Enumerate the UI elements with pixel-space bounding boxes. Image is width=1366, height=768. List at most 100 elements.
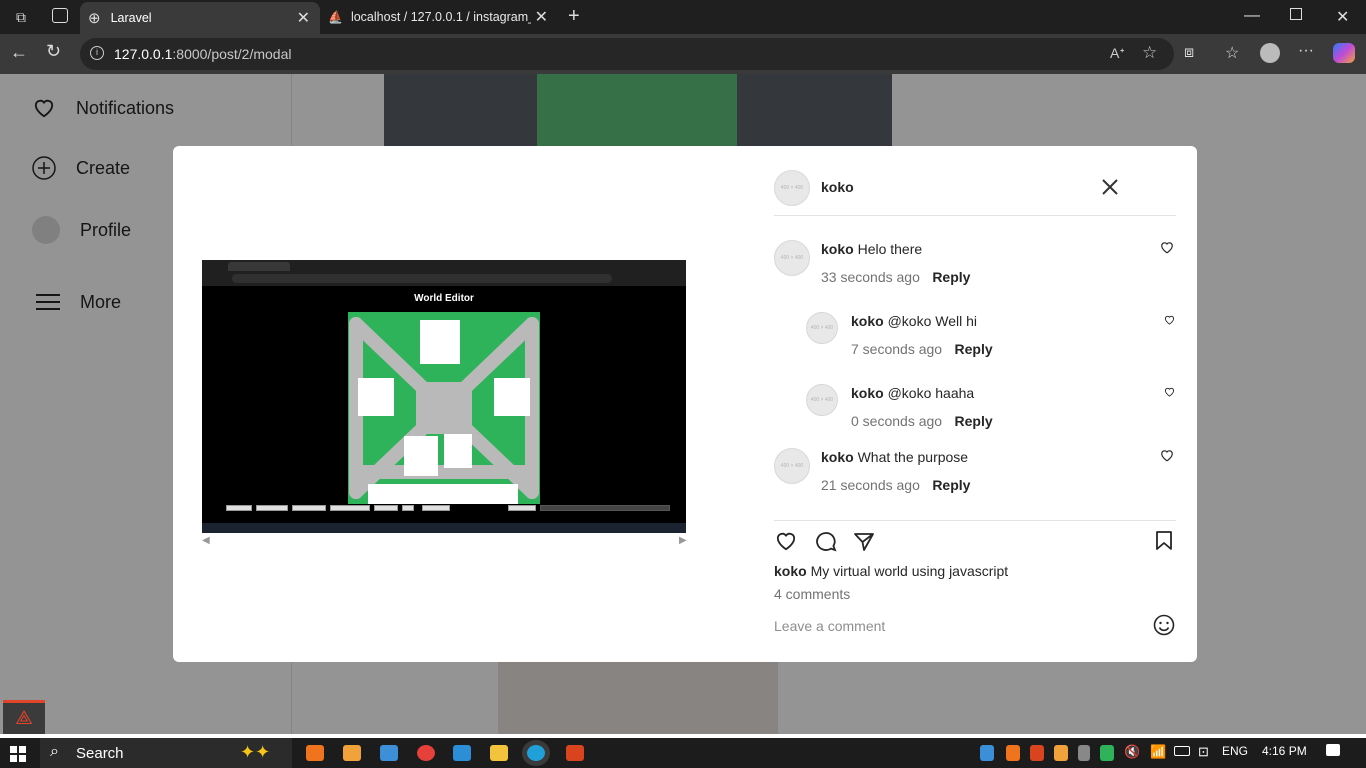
close-tab-icon[interactable]: ✕ xyxy=(297,8,310,28)
wifi-icon[interactable]: 📶 xyxy=(1150,744,1166,760)
image-title: World Editor xyxy=(414,293,474,304)
back-icon[interactable]: ← xyxy=(10,42,28,63)
laravel-debug-icon[interactable]: ⟁ xyxy=(3,700,45,734)
post-author[interactable]: koko xyxy=(821,179,854,195)
comment-text: @koko Well hi xyxy=(887,313,978,329)
read-aloud-icon[interactable]: Aᐩ xyxy=(1110,45,1125,62)
image-prev-icon[interactable]: ◀ xyxy=(202,535,210,546)
refresh-icon[interactable]: ↻ xyxy=(46,41,61,62)
sparkle-icon: ✦✦ xyxy=(240,742,271,762)
like-icon[interactable] xyxy=(775,531,797,556)
edge-icon[interactable] xyxy=(527,745,545,761)
comment-body: koko What the purpose xyxy=(821,449,968,465)
comment-time: 33 seconds ago xyxy=(821,269,920,285)
reply-button[interactable]: Reply xyxy=(932,477,970,493)
volume-icon[interactable]: 🔇 xyxy=(1124,744,1140,760)
copilot-icon[interactable] xyxy=(1333,43,1355,63)
view-comments-link[interactable]: 4 comments xyxy=(774,586,850,602)
minimize-icon[interactable]: — xyxy=(1244,7,1260,25)
like-comment-icon[interactable] xyxy=(1160,241,1174,259)
comment-body: koko Helo there xyxy=(821,241,922,257)
url-host: 127.0.0.1 xyxy=(114,46,173,62)
tab-label: localhost / 127.0.0.1 / instagram_c xyxy=(350,10,531,24)
image-next-icon[interactable]: ▶ xyxy=(679,535,687,546)
favorite-star-icon[interactable]: ☆ xyxy=(1142,43,1157,63)
comment-meta: 33 seconds ago Reply xyxy=(821,269,970,287)
monitor-app-icon[interactable] xyxy=(380,745,398,761)
taskbar-clock[interactable]: 4:16 PM xyxy=(1262,744,1307,758)
avatar[interactable]: 400 × 400 xyxy=(774,448,810,484)
site-info-icon[interactable]: i xyxy=(90,46,104,60)
share-icon[interactable] xyxy=(853,531,875,556)
vscode-icon[interactable] xyxy=(453,745,471,761)
caption-user[interactable]: koko xyxy=(774,563,807,579)
comment-body: koko @koko Well hi xyxy=(851,313,977,329)
comment-body: koko @koko haaha xyxy=(851,385,974,401)
reply-button[interactable]: Reply xyxy=(955,413,993,429)
favorites-icon[interactable]: ☆ xyxy=(1225,43,1239,63)
extensions-icon[interactable]: ⧈ xyxy=(1184,44,1194,62)
close-icon[interactable] xyxy=(1101,178,1123,200)
comment-time: 7 seconds ago xyxy=(851,341,943,357)
phpmyadmin-icon: ⛵ xyxy=(328,10,343,24)
comment-user[interactable]: koko xyxy=(821,241,854,257)
tray-postman-icon[interactable] xyxy=(1030,745,1044,761)
profile-avatar-icon[interactable] xyxy=(1260,43,1280,63)
comment-icon[interactable] xyxy=(815,531,837,557)
comment-text: @koko haaha xyxy=(887,385,975,401)
tab-actions-icon[interactable] xyxy=(52,8,68,23)
lizard-app-icon[interactable] xyxy=(343,745,361,761)
search-label: Search xyxy=(76,744,124,762)
file-explorer-icon[interactable] xyxy=(490,745,508,761)
notifications-icon[interactable] xyxy=(1326,744,1340,756)
tray-xampp-icon[interactable] xyxy=(1006,745,1020,761)
reply-button[interactable]: Reply xyxy=(955,341,993,357)
avatar[interactable]: 400 × 400 xyxy=(774,240,810,276)
input-language[interactable]: ENG xyxy=(1222,744,1248,758)
comment-user[interactable]: koko xyxy=(821,449,854,465)
postman-icon[interactable] xyxy=(566,745,584,761)
browser-tab-bar: ⧉ ⊕ Laravel ✕ ⛵ localhost / 127.0.0.1 / … xyxy=(0,0,1366,34)
comment-meta: 21 seconds ago Reply xyxy=(821,477,970,495)
tray-app-icon[interactable] xyxy=(980,745,994,761)
like-comment-icon[interactable] xyxy=(1160,449,1174,467)
more-options-icon[interactable]: ··· xyxy=(1298,42,1314,60)
device-icon[interactable]: ⊡ xyxy=(1198,744,1209,760)
tray-security-icon[interactable] xyxy=(1100,745,1114,761)
emoji-icon[interactable] xyxy=(1153,614,1175,641)
divider xyxy=(774,215,1176,216)
post-caption: koko My virtual world using javascript xyxy=(774,563,1008,579)
search-icon: ⌕ xyxy=(50,743,59,760)
bookmark-icon[interactable] xyxy=(1155,530,1173,556)
close-tab-icon[interactable]: ✕ xyxy=(535,7,548,27)
tray-flame-icon[interactable] xyxy=(1054,745,1068,761)
comment-text: Helo there xyxy=(857,241,923,257)
xampp-icon[interactable] xyxy=(306,745,324,761)
battery-icon[interactable] xyxy=(1174,746,1190,756)
comment-user[interactable]: koko xyxy=(851,385,884,401)
close-window-icon[interactable]: ✕ xyxy=(1336,7,1349,27)
comment-input[interactable]: Leave a comment xyxy=(774,618,885,634)
tray-usb-icon[interactable] xyxy=(1078,745,1090,761)
comment-meta: 0 seconds ago Reply xyxy=(851,413,993,431)
new-tab-icon[interactable]: + xyxy=(568,5,580,28)
url-path: :8000/post/2/modal xyxy=(172,46,292,62)
avatar[interactable]: 400 × 400 xyxy=(806,312,838,344)
address-bar[interactable]: i 127.0.0.1:8000/post/2/modal Aᐩ ☆ xyxy=(80,38,1174,70)
workspaces-icon[interactable]: ⧉ xyxy=(16,9,26,26)
comment-user[interactable]: koko xyxy=(851,313,884,329)
like-comment-icon[interactable] xyxy=(1164,384,1175,402)
reply-button[interactable]: Reply xyxy=(932,269,970,285)
avatar[interactable]: 400 × 400 xyxy=(774,170,810,206)
image-taskbar xyxy=(202,523,686,533)
comment-time: 21 seconds ago xyxy=(821,477,920,493)
tab-laravel[interactable]: ⊕ Laravel ✕ xyxy=(80,2,320,34)
taskbar-search[interactable]: ⌕ Search ✦✦ xyxy=(40,738,292,768)
windows-start-icon[interactable] xyxy=(10,746,26,762)
tab-phpmyadmin[interactable]: ⛵ localhost / 127.0.0.1 / instagram_c ✕ xyxy=(322,0,558,34)
chrome-icon[interactable] xyxy=(417,745,435,761)
like-comment-icon[interactable] xyxy=(1164,312,1175,330)
post-modal: World Editor ◀ ▶ 400 × 400 koko 400 × 40… xyxy=(173,146,1197,662)
avatar[interactable]: 400 × 400 xyxy=(806,384,838,416)
restore-icon[interactable] xyxy=(1290,8,1302,20)
